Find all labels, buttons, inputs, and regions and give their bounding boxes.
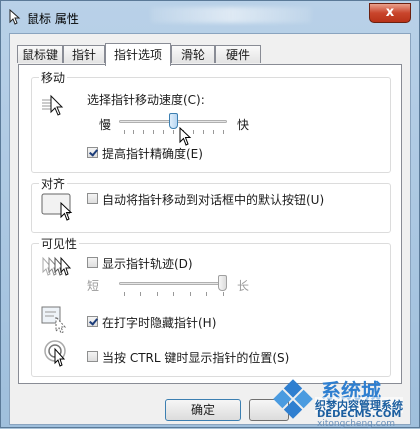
slider-tick [143, 130, 144, 134]
slider-tick [163, 130, 164, 134]
snap-group-title: 对齐 [39, 175, 68, 192]
slider-tick [193, 130, 194, 134]
title-bar[interactable]: 鼠标 属性 x [1, 1, 419, 33]
slider-tick [223, 292, 224, 296]
slider-tick [213, 130, 214, 134]
ctrl-locate-label: 当按 CTRL 键时显示指针的位置(S) [102, 351, 290, 365]
ctrl-locate-icon [44, 340, 66, 367]
slider-tick [140, 292, 141, 296]
mouse-cursor-icon [179, 127, 192, 146]
speed-slider[interactable] [119, 113, 227, 135]
blurred-title-area [151, 7, 311, 23]
slider-tick [223, 130, 224, 134]
snap-checkbox[interactable] [87, 193, 98, 204]
speed-slider-thumb[interactable] [169, 113, 178, 129]
tab-wheel[interactable]: 滑轮 [171, 45, 215, 63]
speed-label: 选择指针移动速度(C): [87, 93, 205, 107]
pointer-trails-icon [42, 256, 72, 276]
tab-pointer-options[interactable]: 指针选项 [105, 43, 171, 66]
slider-tick [157, 292, 158, 296]
window-title: 鼠标 属性 [27, 12, 79, 26]
trails-checkbox[interactable] [87, 257, 98, 268]
watermark: 系统城 织梦内容管理系统 DEDECMS.COM xitongcheng.com [271, 373, 420, 429]
windows-logo-icon [273, 379, 313, 419]
slider-tick [206, 292, 207, 296]
precision-label: 提高指针精确度(E) [102, 147, 203, 161]
slider-tick [153, 130, 154, 134]
mouse-pointer-icon [9, 9, 21, 25]
trails-slider[interactable] [119, 275, 227, 297]
close-button[interactable]: x [369, 3, 411, 23]
hide-while-typing-icon [41, 306, 67, 333]
slider-tick [173, 292, 174, 296]
slider-tick [173, 130, 174, 134]
hide-pointer-label: 在打字时隐藏指针(H) [102, 316, 217, 330]
ok-button[interactable]: 确定 [165, 399, 241, 421]
long-label: 长 [237, 279, 250, 293]
short-label: 短 [87, 279, 100, 293]
ctrl-locate-checkbox[interactable] [87, 351, 98, 362]
trails-slider-track [119, 282, 227, 285]
trails-label: 显示指针轨迹(D) [102, 257, 193, 271]
snap-to-button-icon [41, 193, 73, 221]
pointer-speed-icon [42, 94, 64, 116]
slider-tick [203, 130, 204, 134]
slider-tick [133, 130, 134, 134]
fast-label: 快 [237, 118, 250, 132]
precision-checkbox[interactable] [87, 147, 98, 158]
tab-pointers[interactable]: 指针 [63, 45, 105, 63]
tab-buttons[interactable]: 鼠标键 [17, 45, 63, 63]
slider-tick [124, 130, 125, 134]
snap-label: 自动将指针移动到对话框中的默认按钮(U) [102, 193, 325, 207]
motion-group-title: 移动 [39, 69, 68, 86]
slider-tick [124, 292, 125, 296]
hide-pointer-checkbox[interactable] [87, 316, 98, 327]
pointer-options-panel: 移动 选择指针移动速度(C): 慢 快 提高指针精确度(E) 对齐 自动将指针移… [18, 64, 402, 384]
trails-slider-thumb[interactable] [218, 275, 227, 291]
slider-tick [190, 292, 191, 296]
visibility-group-title: 可见性 [39, 235, 80, 252]
slow-label: 慢 [99, 118, 112, 132]
tab-hardware[interactable]: 硬件 [215, 45, 261, 63]
mouse-properties-window: 鼠标 属性 x 鼠标键 指针 指针选项 滑轮 硬件 移动 选择指针移动速度(C)… [0, 0, 420, 429]
